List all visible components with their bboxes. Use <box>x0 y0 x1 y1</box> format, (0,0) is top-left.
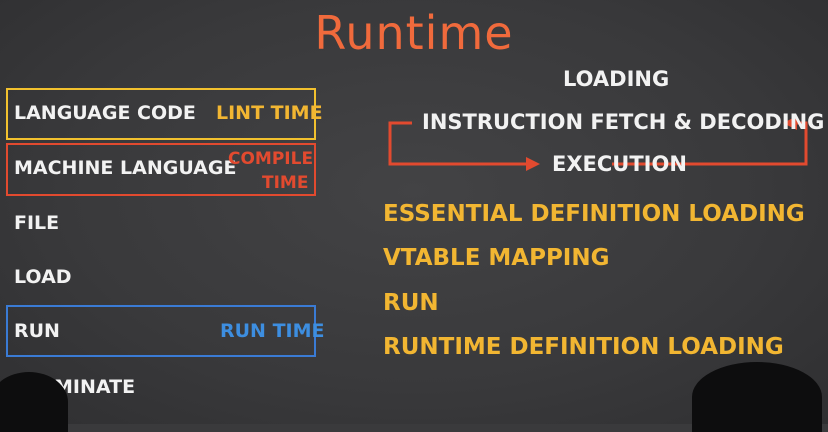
step-item: VTABLE MAPPING <box>383 245 610 271</box>
audience-head-right <box>692 362 822 432</box>
audience-head-left <box>0 372 68 432</box>
loading-label: LOADING <box>563 67 670 91</box>
step-item: RUNTIME DEFINITION LOADING <box>383 334 784 360</box>
step-item: RUN <box>383 290 439 316</box>
execution-label: EXECUTION <box>552 152 687 176</box>
instruction-fetch-label: INSTRUCTION FETCH & DECODING <box>422 110 825 134</box>
step-item: ESSENTIAL DEFINITION LOADING <box>383 201 805 227</box>
arrow-head-execution <box>526 157 540 171</box>
